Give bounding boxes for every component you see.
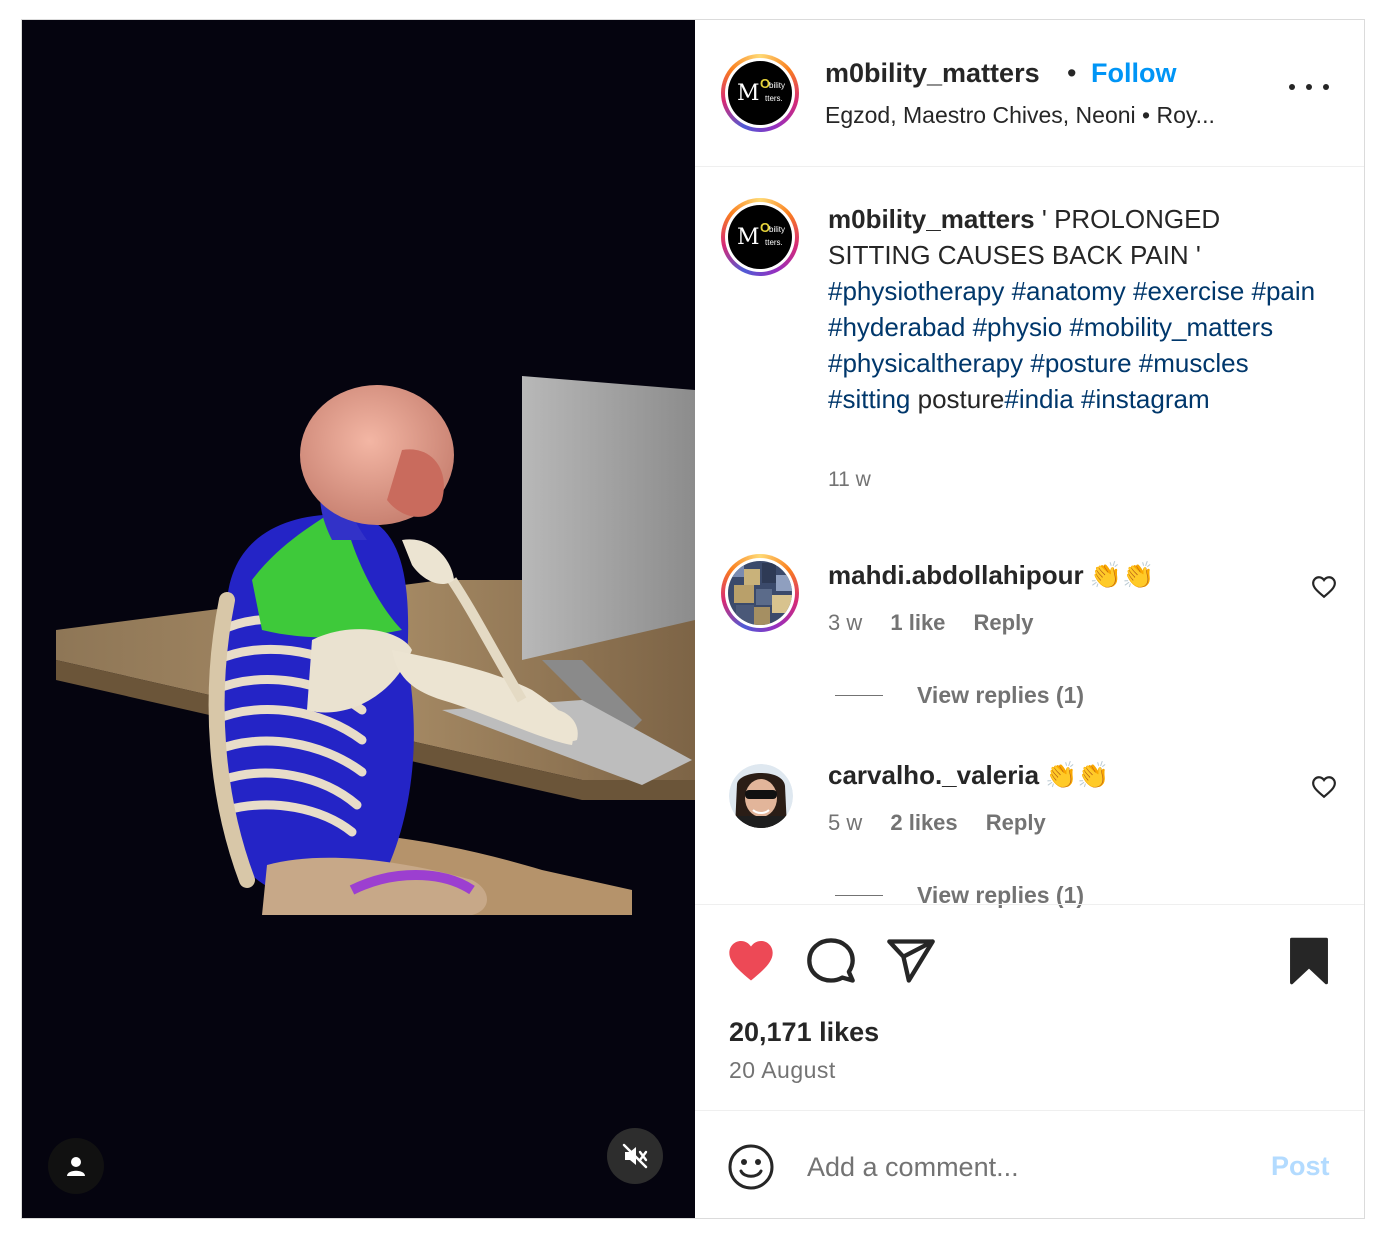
- likes-count[interactable]: 20,171 likes: [729, 1017, 879, 1048]
- video-player[interactable]: [22, 20, 695, 1218]
- view-replies-label: View replies (1): [917, 682, 1085, 708]
- caption-timestamp[interactable]: 11 w: [828, 468, 871, 492]
- share-icon[interactable]: [885, 935, 937, 987]
- hashtag-link[interactable]: #physiotherapy: [828, 276, 1004, 306]
- hashtag-link[interactable]: #physio: [973, 312, 1063, 342]
- commenter-avatar[interactable]: [721, 554, 799, 632]
- hashtag-link[interactable]: #india: [1004, 384, 1073, 414]
- comment-meta: 3 w 1 like Reply: [828, 610, 1055, 636]
- comment-item: mahdi.abdollahipour 👏👏 3 w 1 like Reply V…: [695, 554, 1364, 760]
- comment-like-heart-icon[interactable]: [1311, 574, 1337, 600]
- post-actions-bar: 20,171 likes 20 August: [695, 904, 1364, 1111]
- separator-dot: •: [1067, 58, 1077, 88]
- caption-hashtags-end: #india #instagram: [1004, 384, 1209, 414]
- more-dot-icon: [1289, 84, 1295, 90]
- comment-time[interactable]: 5 w: [828, 810, 862, 835]
- caption-username[interactable]: m0bility_matters: [828, 204, 1035, 234]
- user-tag-icon: [67, 1157, 85, 1176]
- post-header: M O bility tters. m0bility_matters • Fol…: [695, 20, 1364, 167]
- caption-plain-word: posture: [917, 384, 1005, 414]
- comment-time[interactable]: 3 w: [828, 610, 862, 635]
- hashtag-link[interactable]: #muscles: [1139, 348, 1249, 378]
- profile-photo-image: [729, 764, 793, 828]
- view-replies-button[interactable]: View replies (1): [835, 682, 1084, 709]
- post-caption: m0bility_matters ' PROLONGED SITTING CAU…: [828, 201, 1328, 417]
- caption-author-avatar[interactable]: M O bility tters.: [721, 198, 799, 276]
- hashtag-link[interactable]: #mobility_matters: [1069, 312, 1273, 342]
- more-dot-icon: [1323, 84, 1329, 90]
- hashtag-link[interactable]: #hyderabad: [828, 312, 965, 342]
- hashtag-link[interactable]: #instagram: [1081, 384, 1210, 414]
- author-avatar[interactable]: M O bility tters.: [721, 54, 799, 132]
- hashtag-link[interactable]: #sitting: [828, 384, 910, 414]
- anatomy-video-frame: [56, 376, 695, 915]
- audio-attribution[interactable]: Egzod, Maestro Chives, Neoni • Roy...: [825, 102, 1215, 129]
- post-details-panel: M O bility tters. m0bility_matters • Fol…: [695, 20, 1364, 1218]
- tagged-users-button[interactable]: [48, 1138, 104, 1194]
- add-comment-bar: Post: [695, 1110, 1364, 1219]
- commenter-username[interactable]: carvalho._valeria 👏👏: [828, 760, 1110, 791]
- heart-icon[interactable]: [725, 935, 777, 987]
- audio-toggle-button[interactable]: [607, 1128, 663, 1184]
- hashtag-link[interactable]: #pain: [1252, 276, 1316, 306]
- post-comment-button[interactable]: Post: [1271, 1151, 1330, 1182]
- emoji-icon[interactable]: [727, 1143, 775, 1191]
- bookmark-icon[interactable]: [1283, 935, 1335, 987]
- comment-icon[interactable]: [805, 935, 857, 987]
- comment-like-count[interactable]: 1 like: [890, 610, 945, 635]
- collage-avatar-image: [728, 561, 792, 625]
- hashtag-link[interactable]: #anatomy: [1012, 276, 1126, 306]
- instagram-post-modal: M O bility tters. m0bility_matters • Fol…: [21, 19, 1365, 1219]
- muted-speaker-icon: [622, 1143, 648, 1169]
- comment-meta: 5 w 2 likes Reply: [828, 810, 1068, 836]
- post-date[interactable]: 20 August: [729, 1057, 836, 1084]
- replies-divider: [835, 695, 883, 696]
- commenter-username[interactable]: mahdi.abdollahipour 👏👏: [828, 560, 1154, 591]
- reply-button[interactable]: Reply: [986, 810, 1046, 835]
- clapping-emoji: 👏👏: [1045, 760, 1110, 790]
- follow-button[interactable]: Follow: [1091, 58, 1176, 89]
- author-username[interactable]: m0bility_matters: [825, 58, 1040, 89]
- replies-divider: [835, 895, 883, 896]
- hashtag-link[interactable]: #physicaltherapy: [828, 348, 1023, 378]
- comment-like-heart-icon[interactable]: [1311, 774, 1337, 800]
- hashtag-link[interactable]: #exercise: [1133, 276, 1244, 306]
- hashtag-link[interactable]: #posture: [1030, 348, 1131, 378]
- more-options-button[interactable]: [1289, 72, 1329, 102]
- comment-like-count[interactable]: 2 likes: [890, 810, 957, 835]
- comment-input[interactable]: [807, 1147, 1227, 1187]
- clapping-emoji: 👏👏: [1089, 560, 1155, 590]
- mobility-matters-logo: M O bility tters.: [728, 61, 792, 125]
- mobility-matters-logo: M O bility tters.: [728, 205, 792, 269]
- more-dot-icon: [1306, 84, 1312, 90]
- reply-button[interactable]: Reply: [974, 610, 1034, 635]
- commenter-avatar[interactable]: [729, 764, 793, 828]
